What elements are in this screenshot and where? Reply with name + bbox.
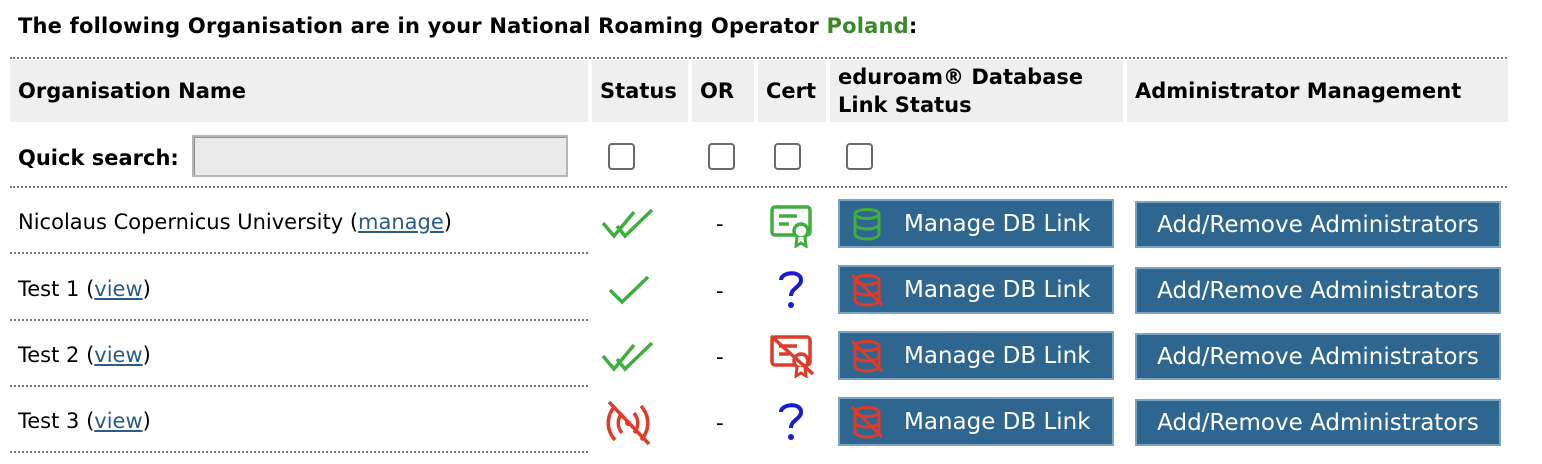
filter-cert-checkbox[interactable]	[774, 143, 801, 170]
double-check-icon	[601, 208, 654, 239]
filter-db-checkbox[interactable]	[846, 143, 873, 170]
org-name-text: Test 3	[18, 409, 80, 433]
admin-button-label: Add/Remove Administrators	[1157, 277, 1479, 304]
database-unlinked-icon	[850, 273, 884, 307]
header-cert: Cert	[758, 60, 826, 122]
manage-db-link-label: Manage DB Link	[904, 276, 1091, 303]
database-unlinked-icon	[850, 405, 884, 439]
manage-db-link-button[interactable]: Manage DB Link	[838, 397, 1114, 446]
database-linked-icon	[853, 207, 881, 241]
manage-db-link-label: Manage DB Link	[904, 408, 1091, 435]
org-name: Test 2 (view)	[18, 343, 151, 367]
paren-open: (	[343, 210, 359, 234]
paren-close: )	[142, 343, 151, 367]
quick-search-input[interactable]	[192, 135, 568, 177]
double-check-icon	[601, 341, 654, 372]
add-remove-administrators-button[interactable]: Add/Remove Administrators	[1135, 333, 1501, 380]
header-organisation-name: Organisation Name	[10, 60, 588, 122]
admin-button-label: Add/Remove Administrators	[1157, 343, 1479, 370]
manage-db-link-label: Manage DB Link	[904, 342, 1091, 369]
paren-open: (	[79, 409, 95, 433]
paren-open: (	[79, 343, 95, 367]
divider	[10, 319, 588, 321]
heading-suffix: :	[908, 14, 918, 38]
add-remove-administrators-button[interactable]: Add/Remove Administrators	[1135, 399, 1501, 446]
org-name: Test 3 (view)	[18, 409, 151, 433]
org-name-text: Nicolaus Copernicus University	[18, 210, 344, 234]
database-unlinked-icon	[850, 339, 884, 373]
paren-close: )	[142, 409, 151, 433]
heading-text: The following Organisation are in your N…	[18, 14, 819, 38]
certificate-valid-icon	[770, 205, 812, 248]
or-value: -	[716, 411, 724, 435]
org-name-text: Test 1	[18, 277, 80, 301]
add-remove-administrators-button[interactable]: Add/Remove Administrators	[1135, 201, 1501, 248]
view-link[interactable]: view	[94, 409, 142, 433]
manage-link[interactable]: manage	[358, 210, 444, 234]
add-remove-administrators-button[interactable]: Add/Remove Administrators	[1135, 267, 1501, 314]
question-icon	[779, 271, 804, 308]
filter-or-checkbox[interactable]	[708, 143, 735, 170]
question-icon	[779, 403, 804, 440]
or-value: -	[716, 345, 724, 369]
header-db-line1: eduroam® Database	[838, 65, 1084, 89]
admin-button-label: Add/Remove Administrators	[1157, 211, 1479, 238]
certificate-invalid-icon	[769, 334, 815, 378]
divider	[10, 252, 588, 254]
header-db-line2: Link Status	[838, 93, 972, 117]
divider	[10, 186, 1507, 188]
paren-close: )	[443, 210, 452, 234]
quick-search-label: Quick search:	[18, 146, 179, 170]
admin-button-label: Add/Remove Administrators	[1157, 409, 1479, 436]
view-link[interactable]: view	[94, 277, 142, 301]
or-value: -	[716, 279, 724, 303]
divider	[10, 385, 588, 387]
org-name-text: Test 2	[18, 343, 80, 367]
paren-close: )	[142, 277, 151, 301]
view-link[interactable]: view	[94, 343, 142, 367]
header-status: Status	[592, 60, 688, 122]
heading-country: Poland	[826, 14, 909, 38]
filter-status-checkbox[interactable]	[608, 143, 635, 170]
manage-db-link-button[interactable]: Manage DB Link	[838, 199, 1114, 248]
manage-db-link-button[interactable]: Manage DB Link	[838, 265, 1114, 314]
header-db-link-status: eduroam® Database Link Status	[830, 60, 1123, 122]
org-name: Nicolaus Copernicus University (manage)	[18, 210, 452, 234]
header-or: OR	[692, 60, 754, 122]
header-admin-management: Administrator Management	[1127, 60, 1508, 122]
signal-off-icon	[606, 400, 651, 446]
divider	[10, 57, 1507, 59]
manage-db-link-label: Manage DB Link	[904, 210, 1091, 237]
manage-db-link-button[interactable]: Manage DB Link	[838, 331, 1114, 380]
org-name: Test 1 (view)	[18, 277, 151, 301]
check-icon	[608, 275, 650, 305]
divider	[10, 451, 588, 453]
page-heading: The following Organisation are in your N…	[18, 14, 918, 38]
or-value: -	[716, 212, 724, 236]
paren-open: (	[79, 277, 95, 301]
